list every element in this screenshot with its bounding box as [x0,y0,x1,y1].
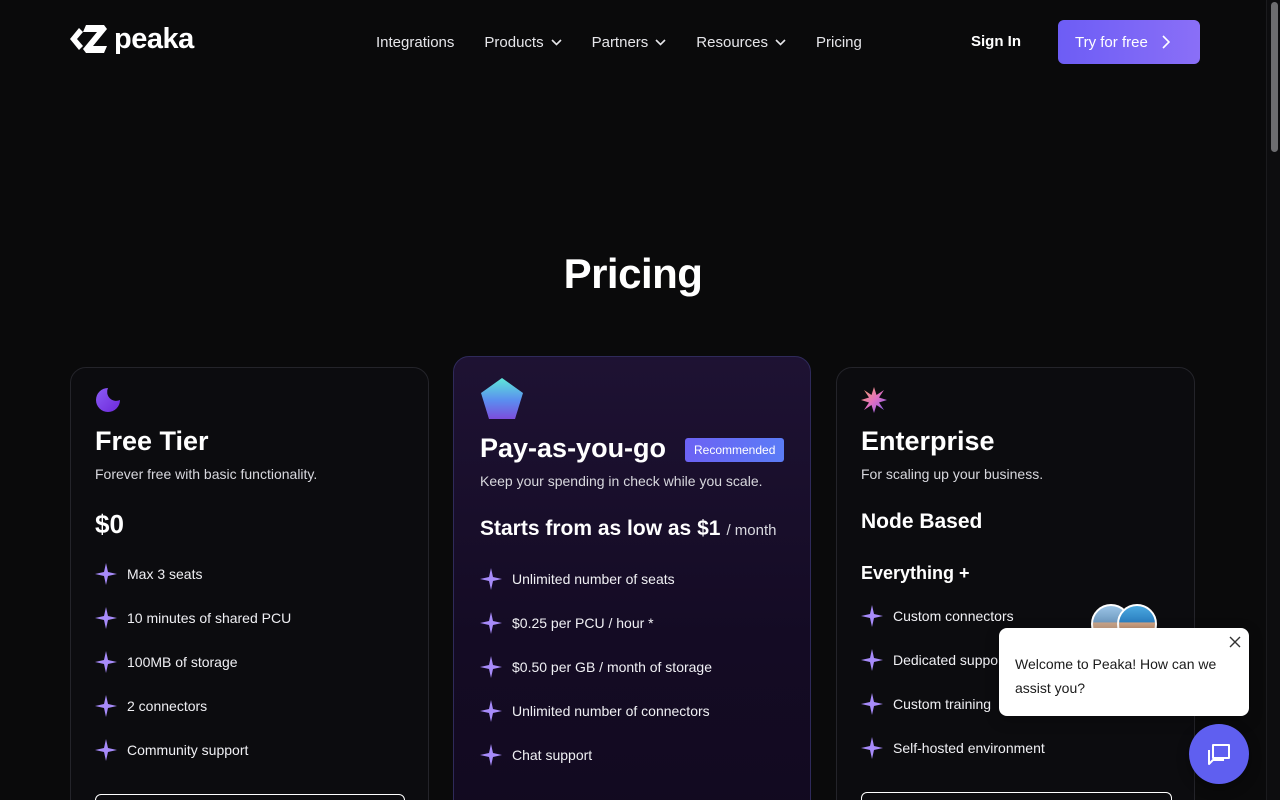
peaka-logo[interactable]: peaka [66,22,194,56]
feature-item: Max 3 seats [95,552,291,596]
feature-item: Chat support [480,733,712,777]
chat-icon [1208,744,1230,765]
feature-item: Unlimited number of seats [480,557,712,601]
try-for-free-button[interactable]: Try for free [1058,20,1200,64]
price-amount: Starts from as low as $1 [480,517,721,540]
sparkle-icon [480,700,502,722]
chat-welcome-bubble[interactable]: Welcome to Peaka! How can we assist you? [999,628,1249,716]
feature-text: 100MB of storage [127,654,238,670]
sparkle-icon [95,607,117,629]
page-title: Pricing [563,250,703,297]
feature-text: 10 minutes of shared PCU [127,610,292,626]
close-icon[interactable] [1229,636,1241,648]
feature-item: $0.25 per PCU / hour * [480,601,712,645]
free-tier-subtitle: Forever free with basic functionality. [95,466,318,482]
nav-products[interactable]: Products [484,33,562,51]
nav-resources-label: Resources [696,33,768,51]
feature-text: Unlimited number of connectors [512,703,710,719]
enterprise-card: Enterprise For scaling up your business.… [836,367,1195,800]
free-tier-price: $0 [95,509,124,539]
feature-text: Custom training [893,696,992,712]
sparkle-icon [861,693,883,715]
chevron-right-icon [1162,35,1170,49]
peaka-logo-icon [70,25,107,53]
sparkle-icon [95,739,117,761]
feature-text: $0.50 per GB / month of storage [512,659,713,675]
everything-plus-label: Everything + [861,563,970,583]
main-nav: Integrations Products Partners Resources… [376,29,892,55]
nav-resources[interactable]: Resources [696,34,786,51]
enterprise-title: Enterprise [861,426,995,456]
nav-pricing-label: Pricing [816,33,862,51]
sparkle-icon [95,651,117,673]
try-for-free-label: Try for free [1075,33,1148,51]
sparkle-icon [95,563,117,585]
chevron-down-icon [655,38,666,46]
sparkle-icon [861,649,883,671]
feature-item: 2 connectors [95,684,291,728]
pay-as-you-go-price: Starts from as low as $1 / month [480,517,776,541]
enterprise-cta-button[interactable] [861,792,1172,800]
free-tier-card: Free Tier Forever free with basic functi… [70,367,429,800]
sign-in-link[interactable]: Sign In [971,33,1021,50]
sparkle-icon [480,568,502,590]
sparkle-icon [480,612,502,634]
price-suffix: / month [726,522,777,539]
sparkle-icon [480,656,502,678]
chat-launcher-button[interactable] [1189,724,1249,784]
feature-item: Community support [95,728,291,772]
logo-text: peaka [114,23,194,55]
chat-welcome-message: Welcome to Peaka! How can we assist you? [1015,656,1217,696]
feature-item: Unlimited number of connectors [480,689,712,733]
pentagon-icon [481,378,523,419]
pay-as-you-go-card: Pay-as-you-go Recommended Keep your spen… [453,356,811,800]
feature-item: $0.50 per GB / month of storage [480,645,712,689]
enterprise-subtitle: For scaling up your business. [861,466,1044,482]
enterprise-price: Node Based [861,510,983,533]
feature-text: Dedicated support [893,652,1007,668]
feature-item: Self-hosted environment [861,726,1045,770]
feature-text: Community support [127,742,249,758]
star-burst-icon [861,387,887,413]
sparkle-icon [861,737,883,759]
sparkle-icon [861,605,883,627]
recommended-badge: Recommended [685,438,785,462]
feature-text: Chat support [512,747,593,763]
moon-icon [96,388,120,412]
nav-integrations-label: Integrations [376,33,455,51]
sparkle-icon [95,695,117,717]
free-tier-features: Max 3 seats 10 minutes of shared PCU 100… [95,552,291,772]
feature-text: Custom connectors [893,608,1014,624]
feature-text: 2 connectors [127,698,208,714]
chevron-down-icon [775,38,786,46]
scrollbar[interactable] [1266,0,1280,800]
feature-text: Max 3 seats [127,566,203,582]
nav-pricing[interactable]: Pricing [816,34,862,51]
sparkle-icon [480,744,502,766]
feature-item: 10 minutes of shared PCU [95,596,291,640]
nav-partners[interactable]: Partners [592,34,667,51]
pay-as-you-go-subtitle: Keep your spending in check while you sc… [480,473,763,489]
feature-text: Unlimited number of seats [512,571,675,587]
feature-text: $0.25 per PCU / hour * [512,615,654,631]
nav-partners-label: Partners [591,33,649,51]
pay-as-you-go-title: Pay-as-you-go [480,433,667,463]
feature-item: 100MB of storage [95,640,291,684]
feature-text: Self-hosted environment [893,740,1045,756]
nav-integrations[interactable]: Integrations [376,34,454,51]
free-tier-cta-button[interactable] [95,794,405,800]
chevron-down-icon [551,38,562,46]
pay-as-you-go-features: Unlimited number of seats $0.25 per PCU … [480,557,712,777]
scrollbar-thumb[interactable] [1271,2,1278,152]
free-tier-title: Free Tier [95,426,209,456]
nav-products-label: Products [484,33,544,51]
